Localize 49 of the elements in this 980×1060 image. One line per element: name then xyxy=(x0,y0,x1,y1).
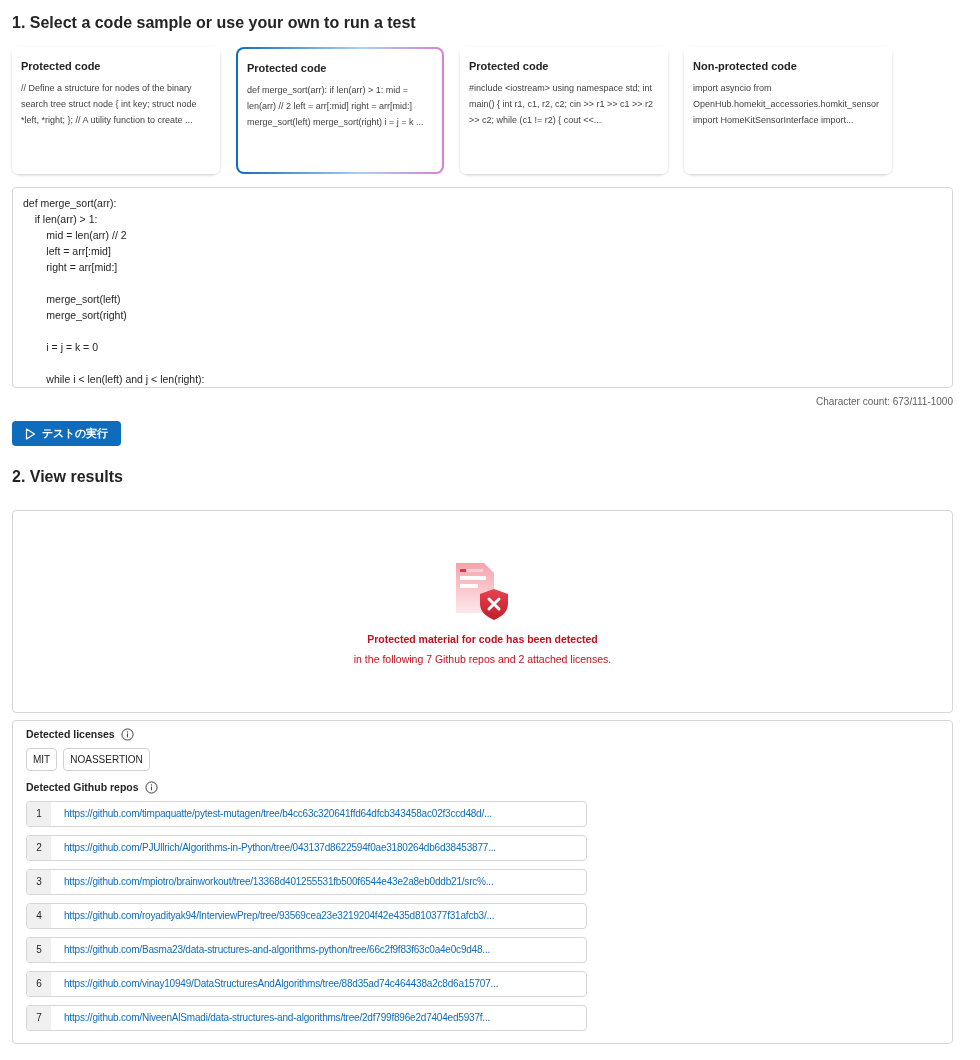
card-title: Protected code xyxy=(21,59,102,74)
card-title: Protected code xyxy=(247,61,328,76)
code-line: merge_sort(right) xyxy=(45,309,127,321)
code-line: right = arr[mid:] xyxy=(45,261,118,273)
code-line: def merge_sort(arr): xyxy=(23,197,117,209)
info-icon[interactable] xyxy=(144,781,158,795)
repo-link[interactable]: https://github.com/vinay10949/DataStructuresAndAlgorithms/tree/88d35ad74c464438a2c8d6a15707... xyxy=(51,971,499,996)
repo-link[interactable]: https://github.com/Basma23/data-structures-and-algorithms-python/tree/66c2f9f83f63c0a4e0c9d48... xyxy=(51,937,491,962)
sample-card[interactable]: Non-protected code import asyncio from OpenHub.homekit_accessories.homkit_sensor import HomeKitSensorInterface import... xyxy=(684,47,892,174)
row-number: 3 xyxy=(27,869,51,894)
code-line: left = arr[:mid] xyxy=(45,245,111,257)
repo-link[interactable]: https://github.com/PJUllrich/Algorithms-in-Python/tree/043137d8622594f0ae3180264db6d38453877... xyxy=(51,835,496,860)
code-editor[interactable]: def merge_sort(arr): if len(arr) > 1: mid = len(arr) // 2 left = arr[:mid] right = arr[mid:] merge_sort(left) merge_sort(right) i = j = k = 0 while i < len(left) and j < len(right): xyxy=(12,187,953,388)
licenses-label: Detected licenses xyxy=(26,727,115,742)
result-subtitle: in the following 7 Github repos and 2 attached licenses. xyxy=(353,651,612,667)
code-line: while i < len(left) and j < len(right): xyxy=(45,373,205,385)
row-number: 4 xyxy=(27,903,51,928)
info-icon[interactable] xyxy=(120,728,134,742)
row-number: 7 xyxy=(27,1005,51,1030)
section-heading: 2. View results xyxy=(12,467,124,487)
code-line: merge_sort(left) xyxy=(45,293,121,305)
repo-link[interactable]: https://github.com/NiveenAlSmadi/data-structures-and-algorithms/tree/2df799f896e2d7404ed5937f... xyxy=(51,1005,491,1030)
sample-card[interactable]: Protected code def merge_sort(arr): if len(arr) > 1: mid = len(arr) // 2 left = arr[:mid] right = arr[mid:] merge_sort(left) merge_sort(right) i = j = k ... xyxy=(236,47,444,174)
row-number: 5 xyxy=(27,937,51,962)
repo-link[interactable]: https://github.com/timpaquatte/pytest-mutagen/tree/b4cc63c320641ffd64dfcb343458ac02f3ccd48d/... xyxy=(51,801,492,826)
character-count: Character count: 673/111-1000 xyxy=(816,395,953,409)
card-preview: // Define a structure for nodes of the binary search tree struct node { int key; struct node *left, *right; }; // A utility function to create ... xyxy=(21,81,198,127)
run-test-button[interactable]: テストの実行 xyxy=(12,421,121,446)
license-tag: MIT xyxy=(26,747,58,771)
play-icon xyxy=(25,427,36,440)
code-line: mid = len(arr) // 2 xyxy=(45,229,127,241)
code-line: if len(arr) > 1: xyxy=(33,213,98,225)
code-line: i = j = k = 0 xyxy=(45,341,98,353)
card-title: Protected code xyxy=(469,59,550,74)
row-number: 6 xyxy=(27,971,51,996)
row-number: 2 xyxy=(27,835,51,860)
result-title: Protected material for code has been detected xyxy=(367,632,598,647)
section-heading: 1. Select a code sample or use your own to run a test xyxy=(12,13,417,33)
sample-card[interactable]: Protected code #include <iostream> using namespace std; int main() { int r1, c1, r2, c2; cin >> r1 >> c1 >> r2 >> c2; while (c1 != r2) { cout <<... xyxy=(460,47,668,174)
card-preview: import asyncio from OpenHub.homekit_accessories.homkit_sensor import HomeKitSensorInterface import... xyxy=(693,81,881,127)
card-title: Non-protected code xyxy=(693,59,798,74)
repo-link[interactable]: https://github.com/royadityak94/InterviewPrep/tree/93569cea23e3219204f42e435d810377f31afcb3/... xyxy=(51,903,495,928)
card-preview: #include <iostream> using namespace std; int main() { int r1, c1, r2, c2; cin >> r1 >> c1 >> r2 >> c2; while (c1 != r2) { cout <<... xyxy=(469,81,655,127)
card-preview: def merge_sort(arr): if len(arr) > 1: mid = len(arr) // 2 left = arr[:mid] right = arr[mid:] merge_sort(left) merge_sort(right) i = j = k ... xyxy=(247,83,425,129)
license-tag: NOASSERTION xyxy=(63,747,150,771)
row-number: 1 xyxy=(27,801,51,826)
repo-link[interactable]: https://github.com/mpiotro/brainworkout/tree/13368d401255531fb500f6544e43e2a8eb0ddb21/src%... xyxy=(51,869,494,894)
repos-label: Detected Github repos xyxy=(26,779,139,795)
sample-card[interactable]: Protected code // Define a structure for nodes of the binary search tree struct node { int key; struct node *left, *right; }; // A utility function to create ... xyxy=(12,47,220,174)
